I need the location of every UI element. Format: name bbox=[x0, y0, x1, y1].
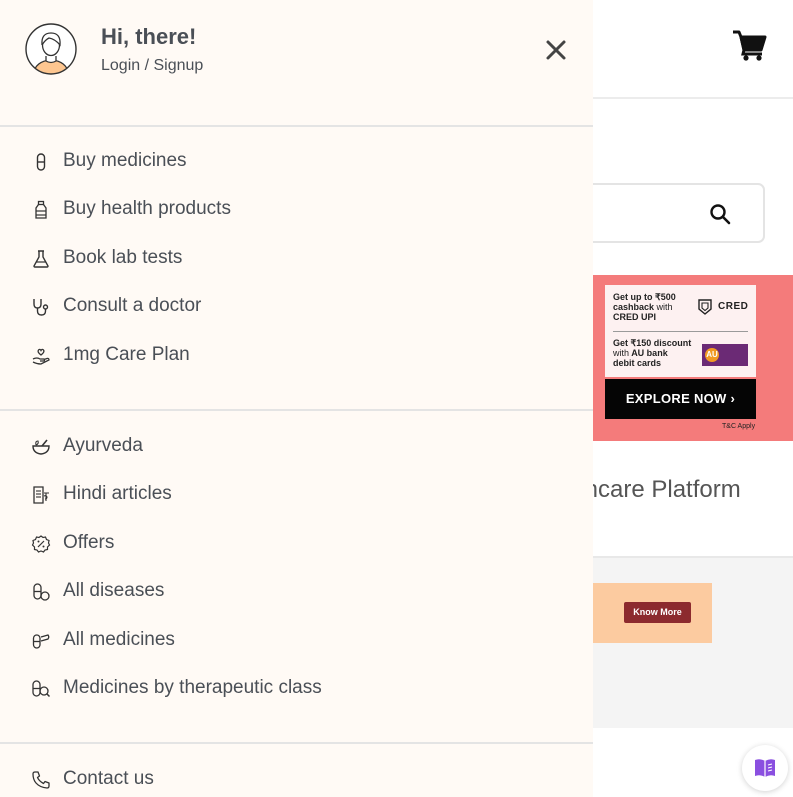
menu-divider bbox=[0, 409, 593, 411]
therapeutic-icon bbox=[32, 680, 51, 698]
au-bank-logo: AU bbox=[702, 344, 748, 366]
menu-label: Contact us bbox=[63, 768, 154, 789]
menu-item-contact-us[interactable]: Contact us bbox=[0, 757, 593, 797]
cart-icon[interactable] bbox=[731, 28, 767, 62]
mortar-icon bbox=[32, 439, 50, 455]
menu-label: Medicines by therapeutic class bbox=[63, 677, 322, 698]
menu-label: Book lab tests bbox=[63, 247, 183, 268]
menu-item-care-plan[interactable]: 1mg Care Plan bbox=[0, 333, 593, 377]
login-signup-link[interactable]: Login / Signup bbox=[101, 57, 203, 75]
offer-card: Get up to ₹500 cashback with CRED UPI CR… bbox=[605, 285, 756, 377]
medicines-icon bbox=[32, 634, 50, 649]
au-offer-text: Get ₹150 discount with AU bank debit car… bbox=[613, 338, 692, 368]
cred-offer-text: Get up to ₹500 cashback with CRED UPI bbox=[613, 292, 676, 322]
know-more-button[interactable]: Know More bbox=[624, 602, 691, 623]
menu-item-all-diseases[interactable]: All diseases bbox=[0, 569, 593, 613]
terms-text: T&C Apply bbox=[722, 423, 756, 430]
phone-icon bbox=[32, 771, 50, 789]
bottle-icon bbox=[35, 200, 47, 219]
book-icon bbox=[755, 759, 775, 777]
care-hand-icon bbox=[32, 348, 50, 365]
greeting-text: Hi, there! bbox=[101, 24, 197, 49]
menu-label: Hindi articles bbox=[63, 483, 172, 504]
read-button[interactable] bbox=[742, 745, 788, 791]
menu-item-ayurveda[interactable]: Ayurveda bbox=[0, 424, 593, 468]
avatar[interactable] bbox=[25, 23, 77, 75]
menu-item-buy-health-products[interactable]: Buy health products bbox=[0, 187, 593, 231]
diseases-icon bbox=[33, 583, 50, 601]
menu-item-all-medicines[interactable]: All medicines bbox=[0, 618, 593, 662]
menu-label: All diseases bbox=[63, 580, 165, 601]
explore-now-button[interactable]: EXPLORE NOW › bbox=[605, 379, 756, 419]
platform-heading: thcare Platform bbox=[578, 476, 741, 503]
search-icon[interactable] bbox=[708, 202, 732, 226]
menu-label: Buy medicines bbox=[63, 150, 187, 171]
side-drawer: Hi, there! Login / Signup Buy medicines … bbox=[0, 0, 593, 797]
article-icon bbox=[33, 486, 49, 504]
menu-divider bbox=[0, 742, 593, 744]
cred-offer-banner[interactable]: Get up to ₹500 cashback with CRED UPI CR… bbox=[580, 275, 793, 441]
menu-item-hindi-articles[interactable]: Hindi articles bbox=[0, 472, 593, 516]
menu-item-book-lab-tests[interactable]: Book lab tests bbox=[0, 236, 593, 280]
menu-label: Ayurveda bbox=[63, 435, 143, 456]
close-icon[interactable] bbox=[544, 38, 568, 62]
menu-item-consult-doctor[interactable]: Consult a doctor bbox=[0, 284, 593, 328]
menu-item-therapeutic-class[interactable]: Medicines by therapeutic class bbox=[0, 666, 593, 710]
flask-icon bbox=[33, 250, 49, 268]
menu-label: 1mg Care Plan bbox=[63, 344, 190, 365]
promo-banner[interactable]: Know More bbox=[590, 583, 712, 643]
offer-icon bbox=[31, 535, 51, 553]
pill-icon bbox=[36, 153, 46, 171]
menu-label: Buy health products bbox=[63, 198, 231, 219]
cred-logo: CRED bbox=[697, 299, 751, 315]
menu-label: Offers bbox=[63, 532, 115, 553]
menu-item-offers[interactable]: Offers bbox=[0, 521, 593, 565]
menu-divider bbox=[0, 125, 593, 127]
stethoscope-icon bbox=[33, 299, 49, 316]
menu-label: Consult a doctor bbox=[63, 295, 202, 316]
menu-item-buy-medicines[interactable]: Buy medicines bbox=[0, 139, 593, 183]
menu-label: All medicines bbox=[63, 629, 175, 650]
offer-divider bbox=[613, 331, 748, 332]
drawer-header: Hi, there! Login / Signup bbox=[0, 0, 593, 125]
